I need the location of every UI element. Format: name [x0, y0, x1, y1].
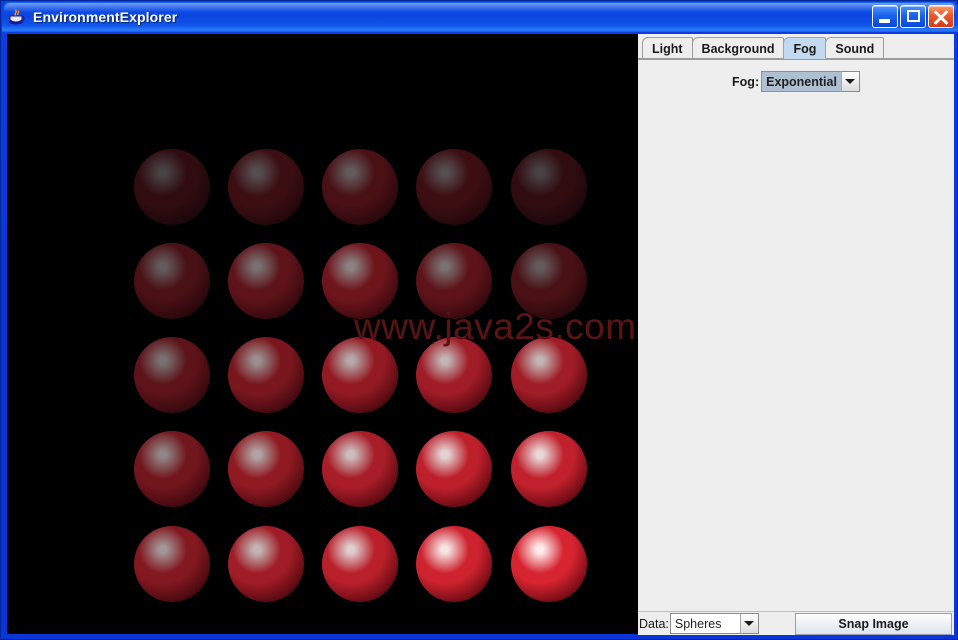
- sphere: [416, 337, 492, 413]
- tab-label: Sound: [835, 41, 875, 56]
- application-window: EnvironmentExplorer www.java2s.com Light…: [0, 0, 958, 640]
- sphere: [228, 526, 304, 602]
- 3d-viewport[interactable]: www.java2s.com: [7, 34, 638, 634]
- fog-label: Fog:: [732, 74, 760, 89]
- data-label: Data:: [639, 616, 669, 631]
- tab-label: Fog: [793, 41, 817, 56]
- close-button[interactable]: [928, 5, 954, 28]
- data-dropdown-button[interactable]: [739, 613, 759, 634]
- sphere: [322, 337, 398, 413]
- chevron-down-icon: [744, 621, 755, 626]
- sphere: [322, 149, 398, 225]
- tab-strip: Light Background Fog Sound: [638, 34, 954, 59]
- settings-panel: Light Background Fog Sound Fog: Exponential: [638, 34, 954, 634]
- sphere: [134, 337, 210, 413]
- java-coffee-cup-icon: [8, 8, 26, 26]
- tab-label: Light: [652, 41, 683, 56]
- data-value[interactable]: Spheres: [669, 613, 740, 634]
- sphere: [134, 431, 210, 507]
- tab-fog[interactable]: Fog: [783, 37, 827, 59]
- tab-light[interactable]: Light: [642, 37, 693, 59]
- maximize-button[interactable]: [900, 5, 926, 28]
- fog-tab-content: Fog: Exponential: [638, 59, 954, 634]
- sphere: [511, 337, 587, 413]
- sphere: [511, 431, 587, 507]
- sphere: [228, 243, 304, 319]
- sphere: [134, 149, 210, 225]
- sphere: [134, 526, 210, 602]
- maximize-icon: [907, 10, 920, 22]
- fog-type-dropdown-button[interactable]: [840, 71, 860, 92]
- tab-background[interactable]: Background: [691, 37, 785, 59]
- snap-image-button[interactable]: Snap Image: [795, 613, 952, 635]
- tab-sound[interactable]: Sound: [825, 37, 885, 59]
- minimize-icon: [879, 19, 890, 23]
- bottom-toolbar: Data: Spheres Snap Image: [638, 611, 954, 635]
- sphere: [228, 149, 304, 225]
- minimize-button[interactable]: [872, 5, 898, 28]
- window-controls: [872, 5, 954, 28]
- sphere: [511, 149, 587, 225]
- sphere: [134, 243, 210, 319]
- watermark-text: www.java2s.com: [354, 306, 637, 347]
- fog-type-value[interactable]: Exponential: [761, 71, 841, 92]
- sphere: [416, 526, 492, 602]
- sphere: [416, 149, 492, 225]
- sphere: [228, 337, 304, 413]
- window-title: EnvironmentExplorer: [33, 9, 178, 25]
- sphere: [322, 431, 398, 507]
- sphere: [416, 431, 492, 507]
- fog-setting-row: Fog: Exponential: [638, 71, 954, 92]
- fog-type-combobox[interactable]: Exponential: [761, 71, 860, 92]
- chevron-down-icon: [845, 79, 856, 84]
- data-combobox[interactable]: Spheres: [669, 613, 759, 634]
- sphere: [228, 431, 304, 507]
- title-bar[interactable]: EnvironmentExplorer: [2, 2, 958, 32]
- tab-label: Background: [701, 41, 775, 56]
- sphere: [322, 526, 398, 602]
- sphere: [511, 526, 587, 602]
